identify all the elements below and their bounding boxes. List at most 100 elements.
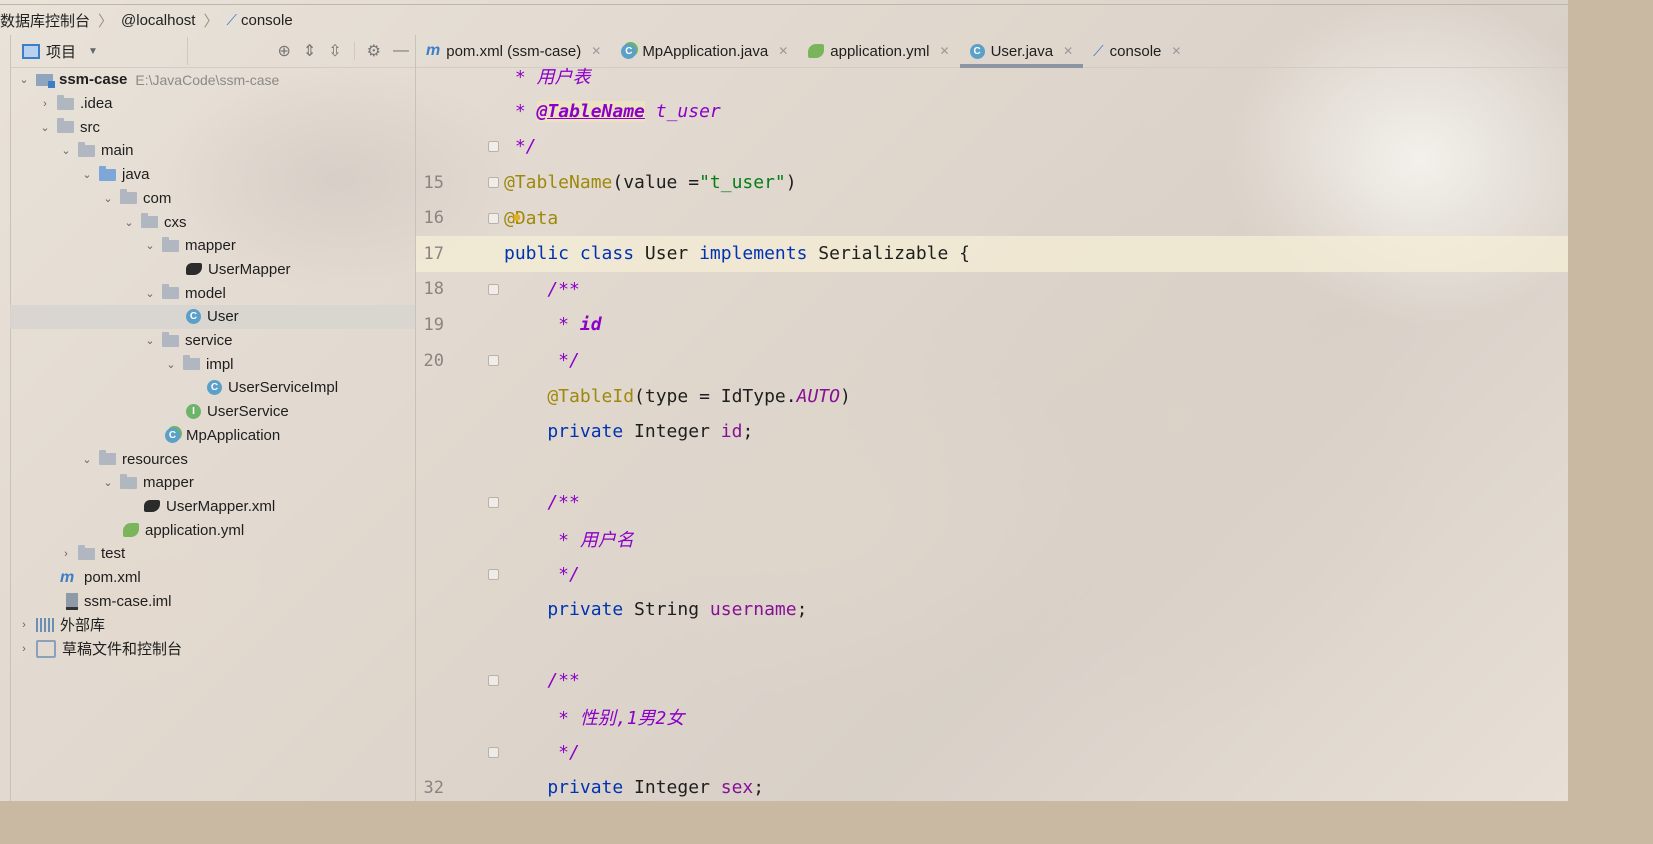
- fold-marker-icon[interactable]: [488, 568, 499, 580]
- collapse-all-icon[interactable]: ⇳: [328, 41, 341, 61]
- code-text: /**: [504, 278, 580, 300]
- tree-item-usermapper[interactable]: UserMapper: [10, 258, 415, 282]
- code-text: */: [504, 350, 580, 372]
- locate-file-icon[interactable]: ⊕: [277, 41, 290, 61]
- tree-item-test[interactable]: › test: [10, 542, 415, 566]
- breadcrumb-localhost[interactable]: @localhost: [121, 12, 195, 29]
- close-icon[interactable]: ✕: [591, 44, 601, 58]
- tree-item-application-yml[interactable]: application.yml: [10, 518, 415, 542]
- hide-panel-icon[interactable]: —: [393, 42, 409, 60]
- fold-marker-icon[interactable]: [488, 675, 499, 687]
- tree-item-java[interactable]: ⌄ java: [10, 163, 415, 187]
- code-text: /**: [504, 492, 580, 514]
- tree-item-external-libraries[interactable]: › 外部库: [10, 613, 415, 637]
- tree-item-label: .idea: [80, 95, 113, 113]
- tree-item-mapper-folder[interactable]: ⌄ mapper: [10, 471, 415, 495]
- gear-icon[interactable]: ⚙: [367, 41, 381, 61]
- fold-marker-icon[interactable]: [488, 212, 499, 224]
- tree-item-resources[interactable]: ⌄ resources: [10, 447, 415, 471]
- chevron-down-icon[interactable]: ⌄: [39, 121, 51, 134]
- tree-item-mapper-package[interactable]: ⌄ mapper: [10, 234, 415, 258]
- chevron-down-icon[interactable]: ⌄: [102, 476, 114, 489]
- source-folder-icon: [99, 165, 116, 181]
- tree-item-mpapplication[interactable]: C MpApplication: [10, 424, 415, 448]
- package-icon: [141, 213, 158, 229]
- tree-item-idea[interactable]: › .idea: [10, 92, 415, 116]
- chevron-down-icon[interactable]: ⌄: [18, 73, 30, 86]
- fold-marker-icon[interactable]: [488, 497, 499, 509]
- code-area[interactable]: * 用户表 * @TableName t_user */ 15 @TableNa…: [416, 67, 1568, 801]
- code-line: @TableId(type = IdType.AUTO): [416, 378, 1568, 414]
- fold-marker-icon[interactable]: [488, 355, 499, 367]
- code-line: 32 private Integer sex;: [416, 770, 1568, 806]
- chevron-down-icon[interactable]: ⌄: [165, 358, 177, 371]
- close-icon[interactable]: ✕: [1063, 44, 1073, 58]
- tree-item-iml[interactable]: ssm-case.iml: [10, 589, 415, 613]
- chevron-down-icon[interactable]: ⌄: [60, 144, 72, 157]
- tree-item-userservice[interactable]: I UserService: [10, 400, 415, 424]
- chevron-down-icon[interactable]: ⌄: [102, 192, 114, 205]
- tree-item-label: resources: [122, 450, 188, 468]
- tree-item-src[interactable]: ⌄ src: [10, 115, 415, 139]
- chevron-right-icon[interactable]: ›: [18, 643, 30, 655]
- close-icon[interactable]: ✕: [778, 44, 788, 58]
- chevron-down-icon: ▼: [88, 45, 98, 57]
- library-icon: [36, 617, 54, 632]
- tree-item-label: ssm-case: [59, 71, 128, 89]
- lightbulb-icon[interactable]: ●: [512, 209, 522, 227]
- tree-item-pom-xml[interactable]: m pom.xml: [10, 566, 415, 590]
- chevron-down-icon[interactable]: ⌄: [144, 287, 156, 300]
- tree-item-com[interactable]: ⌄ com: [10, 187, 415, 211]
- project-view-selector[interactable]: 项目 ▼: [22, 41, 98, 62]
- folder-icon: [120, 473, 137, 489]
- fold-marker-icon[interactable]: [488, 746, 499, 758]
- code-line: */: [416, 734, 1568, 770]
- tree-item-impl[interactable]: ⌄ impl: [10, 352, 415, 376]
- maven-icon: m: [60, 568, 75, 586]
- chevron-right-icon[interactable]: ›: [39, 98, 51, 110]
- code-editor: m pom.xml (ssm-case) ✕ C MpApplication.j…: [416, 35, 1568, 801]
- project-view-label: 项目: [46, 43, 77, 61]
- console-icon: ⟋: [226, 11, 237, 29]
- tree-item-userserviceimpl[interactable]: C UserServiceImpl: [10, 376, 415, 400]
- tree-item-label: pom.xml: [84, 569, 141, 587]
- expand-all-icon[interactable]: ⇕: [303, 41, 316, 61]
- chevron-right-icon[interactable]: ›: [60, 548, 72, 560]
- chevron-down-icon[interactable]: ⌄: [144, 239, 156, 252]
- chevron-down-icon[interactable]: ⌄: [123, 216, 135, 229]
- fold-marker-icon[interactable]: [488, 177, 499, 189]
- tree-item-user[interactable]: C User: [10, 305, 415, 329]
- tab-label: console: [1109, 42, 1162, 60]
- close-icon[interactable]: ✕: [1171, 44, 1181, 58]
- breadcrumb-db-console[interactable]: 数据库控制台: [0, 10, 90, 31]
- chevron-down-icon[interactable]: ⌄: [81, 168, 93, 181]
- iml-file-icon: [66, 592, 78, 610]
- code-line: 16 @Data ●: [416, 200, 1568, 236]
- tree-item-label: main: [101, 142, 134, 160]
- tree-item-label: UserService: [207, 403, 289, 421]
- tree-item-main[interactable]: ⌄ main: [10, 139, 415, 163]
- code-text: * @TableName t_user: [504, 100, 721, 122]
- package-icon: [183, 355, 200, 371]
- fold-marker-icon[interactable]: [488, 141, 499, 153]
- tree-item-usermapper-xml[interactable]: UserMapper.xml: [10, 495, 415, 519]
- chevron-right-icon[interactable]: ›: [18, 619, 30, 631]
- tree-item-ssm-case[interactable]: ⌄ ssm-case E:\JavaCode\ssm-case: [10, 68, 415, 92]
- breadcrumb-label: @localhost: [121, 11, 196, 29]
- tree-item-scratches[interactable]: › 草稿文件和控制台: [10, 637, 415, 661]
- close-icon[interactable]: ✕: [940, 44, 950, 58]
- tree-item-label: test: [101, 545, 126, 563]
- spring-boot-class-icon: C: [165, 427, 180, 443]
- tree-item-service[interactable]: ⌄ service: [10, 329, 415, 353]
- breadcrumb-console[interactable]: ⟋ console: [226, 12, 292, 29]
- fold-marker-icon[interactable]: [488, 283, 499, 295]
- project-view-icon: [22, 43, 40, 59]
- tree-item-cxs[interactable]: ⌄ cxs: [10, 210, 415, 234]
- line-number: 20: [423, 350, 444, 371]
- code-line: private Integer id;: [416, 414, 1568, 450]
- tree-item-model[interactable]: ⌄ model: [10, 281, 415, 305]
- tree-item-label: 草稿文件和控制台: [62, 641, 183, 659]
- chevron-down-icon[interactable]: ⌄: [81, 453, 93, 466]
- chevron-down-icon[interactable]: ⌄: [144, 334, 156, 347]
